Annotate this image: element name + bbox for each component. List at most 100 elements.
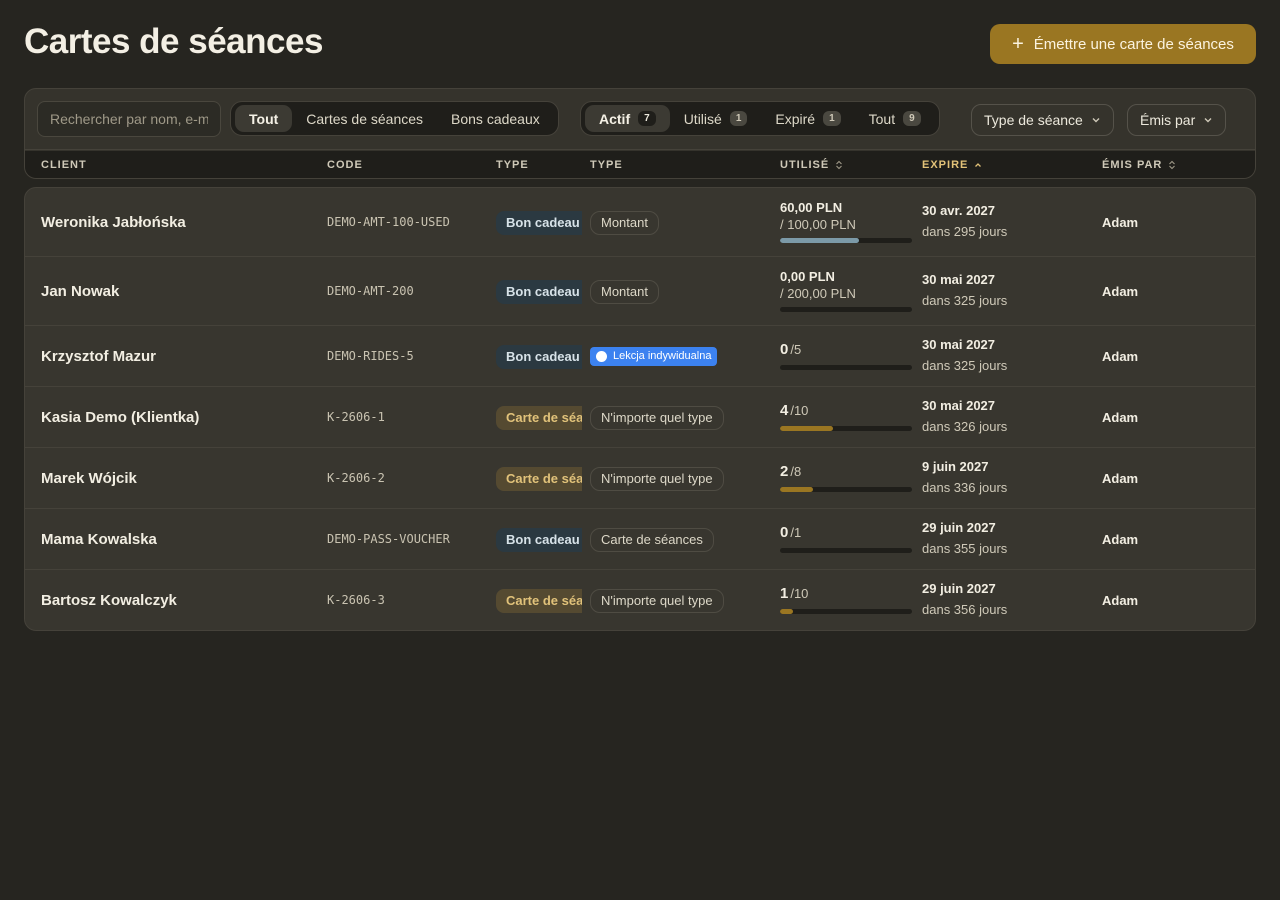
expiry-relative: dans 325 jours (922, 357, 1008, 373)
usage-progress-fill (780, 237, 860, 243)
column-code: CODE (327, 159, 363, 171)
kind-filter-all-label: Tout (249, 110, 279, 127)
pass-code: K-2606-1 (327, 409, 385, 424)
search-input[interactable] (37, 101, 221, 137)
session-type-badge: N'importe quel type (590, 405, 724, 430)
expiry-cell: 30 mai 2027 dans 325 jours (922, 272, 1007, 308)
expiry-cell: 29 juin 2027 dans 356 jours (922, 581, 1007, 617)
session-type-dropdown[interactable]: Type de séance (971, 104, 1114, 136)
total-count: /8 (790, 463, 802, 479)
issued-by: Adam (1102, 214, 1139, 230)
client-name: Jan Nowak (41, 282, 120, 300)
column-used[interactable]: UTILISÉ (780, 159, 843, 171)
issued-by: Adam (1102, 592, 1139, 608)
status-count-badge: 7 (638, 111, 656, 126)
usage-progress-bar (780, 608, 912, 614)
issued-by: Adam (1102, 531, 1139, 547)
usage-count: 0/5 (780, 341, 912, 359)
chevron-down-icon (1204, 118, 1212, 123)
sort-icon (836, 160, 843, 170)
usage-cell: 2/8 (780, 463, 912, 492)
column-code-label: CODE (327, 159, 363, 171)
table-row[interactable]: Jan Nowak DEMO-AMT-200 Bon cadeau Montant 0,… (25, 257, 1255, 326)
status-filter-active[interactable]: Actif 7 (585, 105, 670, 132)
status-count-badge: 9 (903, 111, 921, 126)
expiry-date: 30 mai 2027 (922, 336, 996, 352)
kind-filter-passes-label: Cartes de séances (306, 110, 424, 127)
expiry-date: 30 mai 2027 (922, 271, 996, 287)
sort-icon (1169, 160, 1176, 170)
used-count: 0 (780, 340, 789, 358)
usage-count: 2/8 (780, 463, 912, 481)
usage-count: 1/10 (780, 585, 912, 603)
usage-count: 0/1 (780, 524, 912, 542)
issued-by: Adam (1102, 348, 1139, 364)
status-filter-expired-label: Expiré (775, 110, 816, 127)
session-type-badge: Montant (590, 210, 659, 235)
issue-pass-button[interactable]: + Émettre une carte de séances (990, 24, 1256, 64)
status-filter-expired[interactable]: Expiré 1 (761, 105, 854, 132)
filter-card: Tout Cartes de séances Bons cadeaux Acti… (24, 88, 1256, 179)
session-type-badge: N'importe quel type (590, 588, 724, 613)
status-count-badge: 1 (729, 111, 748, 126)
expiry-relative: dans 295 jours (922, 223, 1008, 239)
page-title: Cartes de séances (24, 22, 323, 61)
expiry-date: 30 mai 2027 (922, 397, 996, 413)
column-client-label: CLIENT (41, 159, 87, 171)
status-count-badge: 1 (823, 111, 841, 126)
expiry-relative: dans 356 jours (922, 601, 1008, 617)
column-issued-by[interactable]: ÉMIS PAR (1102, 159, 1176, 171)
status-filter-all-label: Tout (868, 110, 896, 127)
session-type-badge: Lekcja indywidualna (590, 346, 718, 366)
usage-count: 4/10 (780, 402, 912, 420)
column-expires[interactable]: EXPIRE (922, 159, 982, 171)
plus-icon: + (1012, 33, 1024, 55)
session-type-label: Lekcja indywidualna (613, 350, 712, 362)
column-used-label: UTILISÉ (780, 159, 830, 171)
table-header: CLIENT CODE TYPE TYPE UTILISÉ EXPIRE ÉMI… (25, 151, 1255, 178)
table-row[interactable]: Kasia Demo (Klientka) K-2606-1 Carte de sé… (25, 387, 1255, 448)
session-type-badge: Montant (590, 279, 659, 304)
column-session-type: TYPE (590, 159, 623, 171)
total-count: /10 (790, 585, 809, 601)
issued-by: Adam (1102, 283, 1139, 299)
pass-code: K-2606-2 (327, 470, 385, 485)
issued-by: Adam (1102, 470, 1139, 486)
kind-filter-vouchers[interactable]: Bons cadeaux (437, 105, 554, 132)
table-row[interactable]: Marek Wójcik K-2606-2 Carte de séances N'im… (25, 448, 1255, 509)
used-amount: 0,00 PLN (780, 268, 835, 284)
expiry-cell: 30 mai 2027 dans 325 jours (922, 337, 1007, 373)
usage-cell: 0/1 (780, 524, 912, 553)
issued-by: Adam (1102, 409, 1139, 425)
table-row[interactable]: Mama Kowalska DEMO-PASS-VOUCHER Bon cadeau… (25, 509, 1255, 570)
type-badge: Carte de séances (496, 466, 582, 491)
status-filter-group: Actif 7 Utilisé 1 Expiré 1 Tout 9 (580, 101, 940, 136)
issued-by-dropdown-label: Émis par (1140, 112, 1196, 128)
kind-filter-vouchers-label: Bons cadeaux (451, 110, 540, 127)
used-count: 1 (780, 584, 789, 602)
status-filter-all[interactable]: Tout 9 (855, 105, 935, 132)
usage-progress-bar (780, 425, 912, 431)
expiry-relative: dans 355 jours (922, 540, 1008, 556)
issued-by-dropdown[interactable]: Émis par (1127, 104, 1227, 136)
used-amount: 60,00 PLN (780, 199, 843, 215)
kind-filter-passes[interactable]: Cartes de séances (292, 105, 437, 132)
total-count: /5 (790, 341, 802, 357)
issue-pass-label: Émettre une carte de séances (1033, 35, 1234, 53)
pass-code: DEMO-RIDES-5 (327, 348, 414, 363)
expiry-cell: 30 mai 2027 dans 326 jours (922, 398, 1007, 434)
usage-progress-fill (780, 608, 794, 614)
table-row[interactable]: Krzysztof Mazur DEMO-RIDES-5 Bon cadeau Lek… (25, 326, 1255, 387)
session-type-badge: N'importe quel type (590, 466, 724, 491)
pass-code: DEMO-AMT-200 (327, 283, 414, 298)
kind-filter-all[interactable]: Tout (235, 105, 293, 132)
status-filter-used-label: Utilisé (683, 110, 722, 127)
expiry-cell: 29 juin 2027 dans 355 jours (922, 520, 1007, 556)
client-name: Weronika Jabłońska (41, 213, 186, 231)
passes-table: Weronika Jabłońska DEMO-AMT-100-USED Bon c… (24, 187, 1256, 631)
status-filter-used[interactable]: Utilisé 1 (670, 105, 762, 132)
expiry-date: 29 juin 2027 (922, 519, 996, 535)
table-row[interactable]: Bartosz Kowalczyk K-2606-3 Carte de séance… (25, 570, 1255, 630)
table-row[interactable]: Weronika Jabłońska DEMO-AMT-100-USED Bon c… (25, 188, 1255, 257)
usage-cell: 4/10 (780, 402, 912, 431)
